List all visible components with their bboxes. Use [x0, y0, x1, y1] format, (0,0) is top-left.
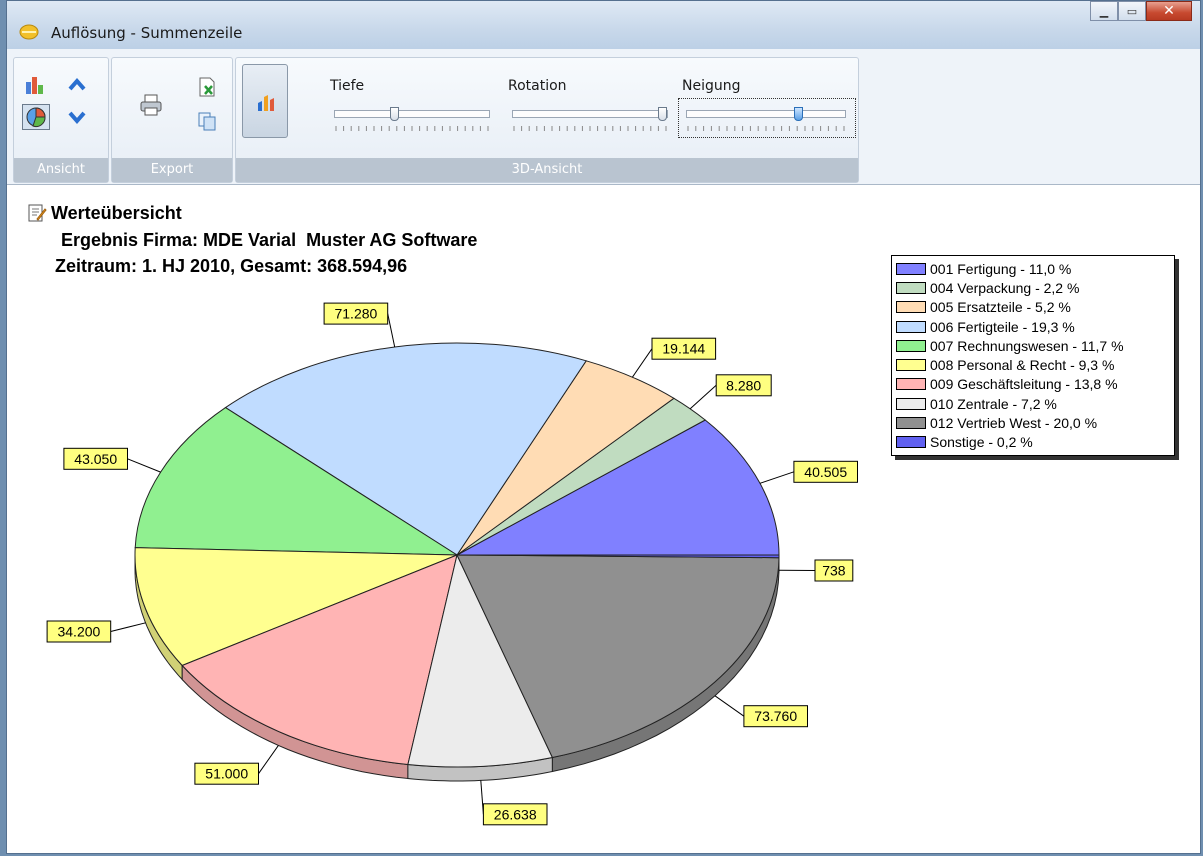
legend-swatch — [896, 397, 926, 410]
excel-export-icon[interactable] — [196, 76, 218, 98]
slider-label-neigung: Neigung — [682, 78, 741, 94]
legend-swatch — [896, 436, 926, 449]
group-label-3d-ansicht: 3D-Ansicht — [236, 158, 858, 182]
pie-label: 738 — [822, 563, 846, 579]
chevron-up-icon[interactable] — [66, 74, 88, 96]
legend-label: 010 Zentrale - 7,2 % — [930, 395, 1057, 412]
legend-label: Sonstige - 0,2 % — [930, 434, 1033, 451]
pie-label-leader — [110, 622, 146, 632]
legend-label: 009 Geschäftsleitung - 13,8 % — [930, 376, 1118, 393]
pie-slices — [134, 342, 780, 768]
legend-label: 005 Ersatzteile - 5,2 % — [930, 299, 1071, 316]
pie-chart: 40.505 8.280 19.144 71.280 43.050 34.200 51.00… — [46, 302, 859, 826]
slider-thumb-rotation[interactable] — [658, 107, 667, 121]
pie-label: 51.000 — [205, 766, 248, 782]
app-icon — [19, 24, 39, 40]
legend-item: 007 Rechnungswesen - 11,7 % — [896, 336, 1170, 355]
legend-item: 001 Fertigung - 11,0 % — [896, 259, 1170, 278]
print-icon[interactable] — [138, 92, 164, 118]
legend-swatch — [896, 339, 926, 352]
group-ansicht: Ansicht — [13, 57, 109, 183]
legend-label: 001 Fertigung - 11,0 % — [930, 260, 1072, 277]
pie-label: 40.505 — [804, 464, 847, 480]
close-icon: ✕ — [1163, 3, 1175, 19]
pie-label: 34.200 — [57, 624, 100, 640]
pie-label-leader — [387, 313, 396, 348]
legend-swatch — [896, 262, 926, 275]
chart-legend: 001 Fertigung - 11,0 % 004 Verpackung - 2… — [891, 255, 1175, 456]
legend-swatch — [896, 359, 926, 372]
legend-swatch — [896, 378, 926, 391]
pie-view-button[interactable] — [22, 104, 50, 130]
minimize-button[interactable]: ▁ — [1090, 1, 1118, 21]
copy-icon[interactable] — [196, 110, 218, 132]
group-export: Export — [111, 57, 233, 183]
slider-thumb-tiefe[interactable] — [390, 107, 399, 121]
minimize-icon: ▁ — [1099, 4, 1109, 18]
slider-neigung[interactable] — [686, 107, 846, 121]
window: Auflösung - Summenzeile ▁ ▭ ✕ Ansicht Ex… — [6, 0, 1201, 854]
legend-item: Sonstige - 0,2 % — [896, 433, 1170, 452]
pie-label: 19.144 — [662, 341, 705, 357]
slider-ticks-neigung — [687, 126, 845, 131]
chevron-down-icon[interactable] — [66, 106, 88, 128]
legend-item: 009 Geschäftsleitung - 13,8 % — [896, 375, 1170, 394]
legend-swatch — [896, 301, 926, 314]
maximize-icon: ▭ — [1126, 4, 1138, 18]
legend-item: 010 Zentrale - 7,2 % — [896, 394, 1170, 413]
3d-toggle-button[interactable] — [242, 64, 288, 138]
pie-label-leader — [127, 458, 161, 473]
slider-label-rotation: Rotation — [508, 78, 567, 94]
pie-label-leader — [258, 745, 279, 774]
title-bar[interactable]: Auflösung - Summenzeile ▁ ▭ ✕ — [7, 1, 1200, 50]
legend-swatch — [896, 417, 926, 430]
slider-tiefe[interactable] — [334, 107, 490, 121]
legend-item: 012 Vertrieb West - 20,0 % — [896, 413, 1170, 432]
pie-label: 26.638 — [494, 806, 537, 822]
slider-rotation[interactable] — [512, 107, 668, 121]
window-controls: ▁ ▭ ✕ — [1090, 1, 1192, 23]
legend-label: 004 Verpackung - 2,2 % — [930, 279, 1080, 296]
legend-label: 006 Fertigteile - 19,3 % — [930, 318, 1075, 335]
pie-chart-icon — [26, 107, 46, 127]
legend-swatch — [896, 281, 926, 294]
pie-label: 71.280 — [334, 306, 377, 322]
close-button[interactable]: ✕ — [1146, 1, 1192, 21]
maximize-button[interactable]: ▭ — [1118, 1, 1146, 21]
group-3d-ansicht: Tiefe Rotation Neigung 3D-Ansicht — [235, 57, 859, 183]
chart-area: Werteübersicht Ergebnis Firma: MDE Varia… — [7, 185, 1200, 853]
legend-label: 012 Vertrieb West - 20,0 % — [930, 415, 1098, 432]
slider-focus-neigung — [678, 98, 856, 138]
legend-item: 008 Personal & Recht - 9,3 % — [896, 355, 1170, 374]
slider-ticks-tiefe — [335, 126, 489, 131]
pie-label-leader — [759, 471, 795, 484]
pie-label: 73.760 — [754, 708, 797, 724]
ribbon: Ansicht Export Tiefe Rotation Neigung 3D… — [7, 49, 1200, 185]
bar-chart-icon[interactable] — [24, 74, 46, 96]
pie-label-leader — [689, 384, 717, 410]
slider-label-tiefe: Tiefe — [330, 78, 365, 94]
legend-label: 008 Personal & Recht - 9,3 % — [930, 357, 1115, 374]
pie-label-leader — [631, 348, 653, 378]
pie-label: 8.280 — [726, 377, 761, 393]
pie-label-leader — [714, 695, 745, 717]
slider-ticks-rotation — [513, 126, 667, 131]
legend-item: 004 Verpackung - 2,2 % — [896, 278, 1170, 297]
legend-swatch — [896, 320, 926, 333]
slider-thumb-neigung[interactable] — [794, 107, 803, 121]
pie-label: 43.050 — [74, 451, 117, 467]
group-label-export: Export — [112, 158, 232, 182]
group-label-ansicht: Ansicht — [14, 158, 108, 182]
3d-chart-icon — [258, 95, 274, 111]
legend-item: 005 Ersatzteile - 5,2 % — [896, 298, 1170, 317]
window-title: Auflösung - Summenzeile — [51, 24, 243, 42]
legend-label: 007 Rechnungswesen - 11,7 % — [930, 337, 1124, 354]
legend-item: 006 Fertigteile - 19,3 % — [896, 317, 1170, 336]
